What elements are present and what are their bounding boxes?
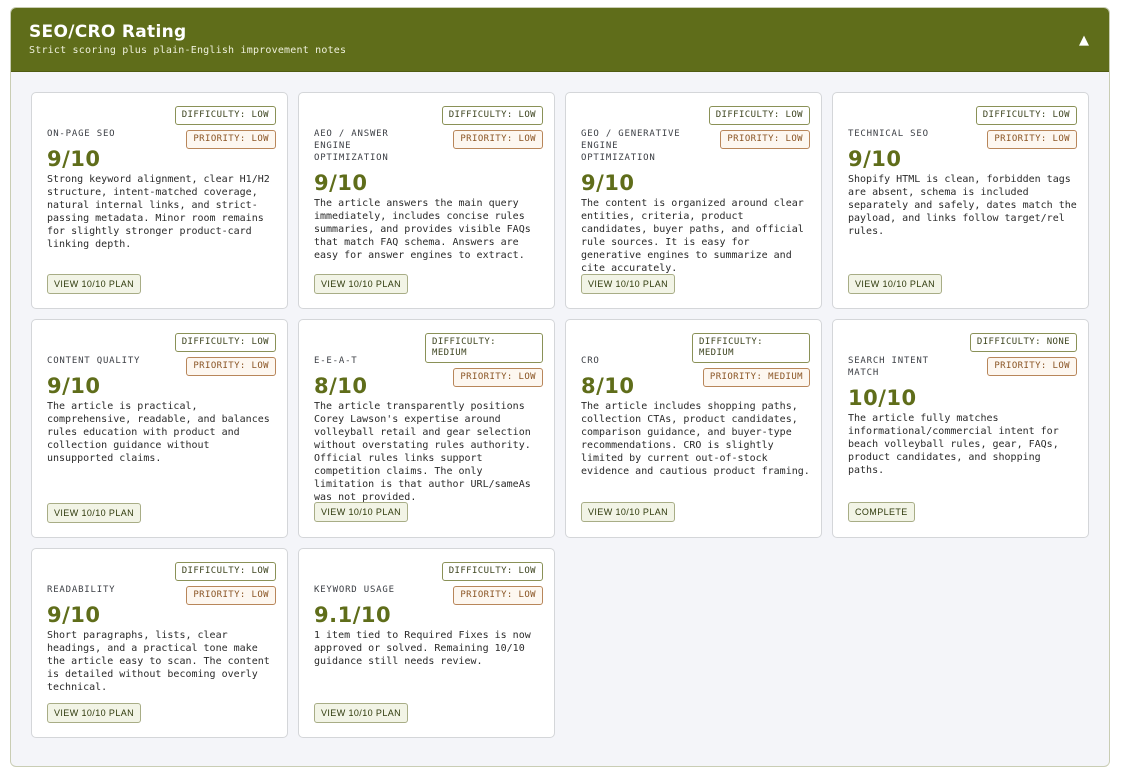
rating-card-aeo: DIFFICULTY: LOW PRIORITY: LOW AEO / ANSW… — [298, 92, 555, 309]
view-plan-button[interactable]: VIEW 10/10 PLAN — [581, 502, 676, 522]
difficulty-badge: DIFFICULTY: LOW — [975, 106, 1077, 125]
card-label: E-E-A-T — [314, 356, 358, 366]
view-plan-button[interactable]: VIEW 10/10 PLAN — [314, 274, 409, 294]
priority-badge: PRIORITY: LOW — [720, 130, 810, 149]
view-plan-button[interactable]: VIEW 10/10 PLAN — [47, 703, 142, 723]
card-label: SEARCH INTENT MATCH — [848, 356, 929, 378]
rating-card-technical-seo: DIFFICULTY: LOW PRIORITY: LOW TECHNICAL … — [832, 92, 1089, 309]
difficulty-badge: DIFFICULTY: MEDIUM — [425, 333, 543, 363]
rating-card-keyword-usage: DIFFICULTY: LOW PRIORITY: LOW KEYWORD US… — [298, 548, 555, 738]
card-label: TECHNICAL SEO — [848, 129, 929, 139]
card-label: CRO — [581, 356, 600, 366]
badge-group: DIFFICULTY: LOW PRIORITY: LOW — [174, 106, 276, 149]
difficulty-badge: DIFFICULTY: MEDIUM — [692, 333, 810, 363]
card-description: The article fully matches informational/… — [848, 413, 1059, 476]
card-score: 9/10 — [47, 603, 101, 627]
card-label: GEO / GENERATIVE ENGINE OPTIMIZATION — [581, 129, 681, 163]
view-plan-button[interactable]: VIEW 10/10 PLAN — [581, 274, 676, 294]
card-description: The article is practical, comprehensive,… — [47, 401, 270, 464]
badge-group: DIFFICULTY: LOW PRIORITY: LOW — [174, 562, 276, 605]
panel-title: SEO/CRO Rating — [29, 22, 187, 42]
view-plan-button[interactable]: VIEW 10/10 PLAN — [47, 503, 142, 523]
panel-subtitle: Strict scoring plus plain-English improv… — [29, 45, 347, 56]
card-score: 9/10 — [314, 171, 368, 195]
priority-badge: PRIORITY: LOW — [453, 586, 543, 605]
seo-cro-rating-panel: SEO/CRO Rating Strict scoring plus plain… — [10, 7, 1110, 767]
card-score: 10/10 — [848, 386, 917, 410]
difficulty-badge: DIFFICULTY: LOW — [441, 562, 543, 581]
card-description: Strong keyword alignment, clear H1/H2 st… — [47, 174, 270, 250]
collapse-arrow-icon[interactable]: ▲ — [1075, 32, 1093, 50]
card-score: 9/10 — [47, 374, 101, 398]
view-plan-button[interactable]: VIEW 10/10 PLAN — [47, 274, 142, 294]
card-score: 9/10 — [848, 147, 902, 171]
priority-badge: PRIORITY: LOW — [453, 130, 543, 149]
badge-group: DIFFICULTY: MEDIUM PRIORITY: MEDIUM — [692, 333, 810, 387]
priority-badge: PRIORITY: MEDIUM — [702, 368, 810, 387]
card-description: The article answers the main query immed… — [314, 198, 531, 261]
difficulty-badge: DIFFICULTY: LOW — [174, 562, 276, 581]
priority-badge: PRIORITY: LOW — [453, 368, 543, 387]
rating-card-readability: DIFFICULTY: LOW PRIORITY: LOW READABILIT… — [31, 548, 288, 738]
card-score: 9.1/10 — [314, 603, 392, 627]
badge-group: DIFFICULTY: LOW PRIORITY: LOW — [708, 106, 810, 149]
rating-card-geo: DIFFICULTY: LOW PRIORITY: LOW GEO / GENE… — [565, 92, 822, 309]
difficulty-badge: DIFFICULTY: NONE — [969, 333, 1077, 352]
card-description: The article transparently positions Core… — [314, 401, 531, 503]
badge-group: DIFFICULTY: LOW PRIORITY: LOW — [441, 562, 543, 605]
priority-badge: PRIORITY: LOW — [987, 357, 1077, 376]
view-plan-button[interactable]: VIEW 10/10 PLAN — [848, 274, 943, 294]
panel-header[interactable]: SEO/CRO Rating Strict scoring plus plain… — [11, 8, 1109, 72]
card-label: ON-PAGE SEO — [47, 129, 116, 139]
card-description: Shopify HTML is clean, forbidden tags ar… — [848, 174, 1077, 237]
badge-group: DIFFICULTY: LOW PRIORITY: LOW — [975, 106, 1077, 149]
badge-group: DIFFICULTY: NONE PRIORITY: LOW — [969, 333, 1077, 376]
priority-badge: PRIORITY: LOW — [186, 586, 276, 605]
card-score: 8/10 — [314, 374, 368, 398]
card-label: AEO / ANSWER ENGINE OPTIMIZATION — [314, 129, 389, 163]
card-description: The article includes shopping paths, col… — [581, 401, 810, 477]
difficulty-badge: DIFFICULTY: LOW — [441, 106, 543, 125]
card-label: READABILITY — [47, 585, 116, 595]
difficulty-badge: DIFFICULTY: LOW — [174, 333, 276, 352]
card-score: 9/10 — [581, 171, 635, 195]
badge-group: DIFFICULTY: LOW PRIORITY: LOW — [174, 333, 276, 376]
rating-card-on-page-seo: DIFFICULTY: LOW PRIORITY: LOW ON-PAGE SE… — [31, 92, 288, 309]
card-score: 9/10 — [47, 147, 101, 171]
card-score: 8/10 — [581, 374, 635, 398]
complete-button[interactable]: COMPLETE — [848, 502, 915, 522]
difficulty-badge: DIFFICULTY: LOW — [174, 106, 276, 125]
view-plan-button[interactable]: VIEW 10/10 PLAN — [314, 502, 409, 522]
badge-group: DIFFICULTY: MEDIUM PRIORITY: LOW — [425, 333, 543, 387]
priority-badge: PRIORITY: LOW — [987, 130, 1077, 149]
view-plan-button[interactable]: VIEW 10/10 PLAN — [314, 703, 409, 723]
rating-card-content-quality: DIFFICULTY: LOW PRIORITY: LOW CONTENT QU… — [31, 319, 288, 538]
badge-group: DIFFICULTY: LOW PRIORITY: LOW — [441, 106, 543, 149]
rating-card-grid: DIFFICULTY: LOW PRIORITY: LOW ON-PAGE SE… — [31, 92, 1089, 738]
card-label: KEYWORD USAGE — [314, 585, 395, 595]
rating-card-search-intent: DIFFICULTY: NONE PRIORITY: LOW SEARCH IN… — [832, 319, 1089, 538]
priority-badge: PRIORITY: LOW — [186, 130, 276, 149]
card-label: CONTENT QUALITY — [47, 356, 141, 366]
rating-card-cro: DIFFICULTY: MEDIUM PRIORITY: MEDIUM CRO … — [565, 319, 822, 538]
difficulty-badge: DIFFICULTY: LOW — [708, 106, 810, 125]
card-description: The content is organized around clear en… — [581, 198, 804, 274]
card-description: Short paragraphs, lists, clear headings,… — [47, 630, 270, 693]
priority-badge: PRIORITY: LOW — [186, 357, 276, 376]
rating-card-eeat: DIFFICULTY: MEDIUM PRIORITY: LOW E-E-A-T… — [298, 319, 555, 538]
card-description: 1 item tied to Required Fixes is now app… — [314, 630, 531, 667]
